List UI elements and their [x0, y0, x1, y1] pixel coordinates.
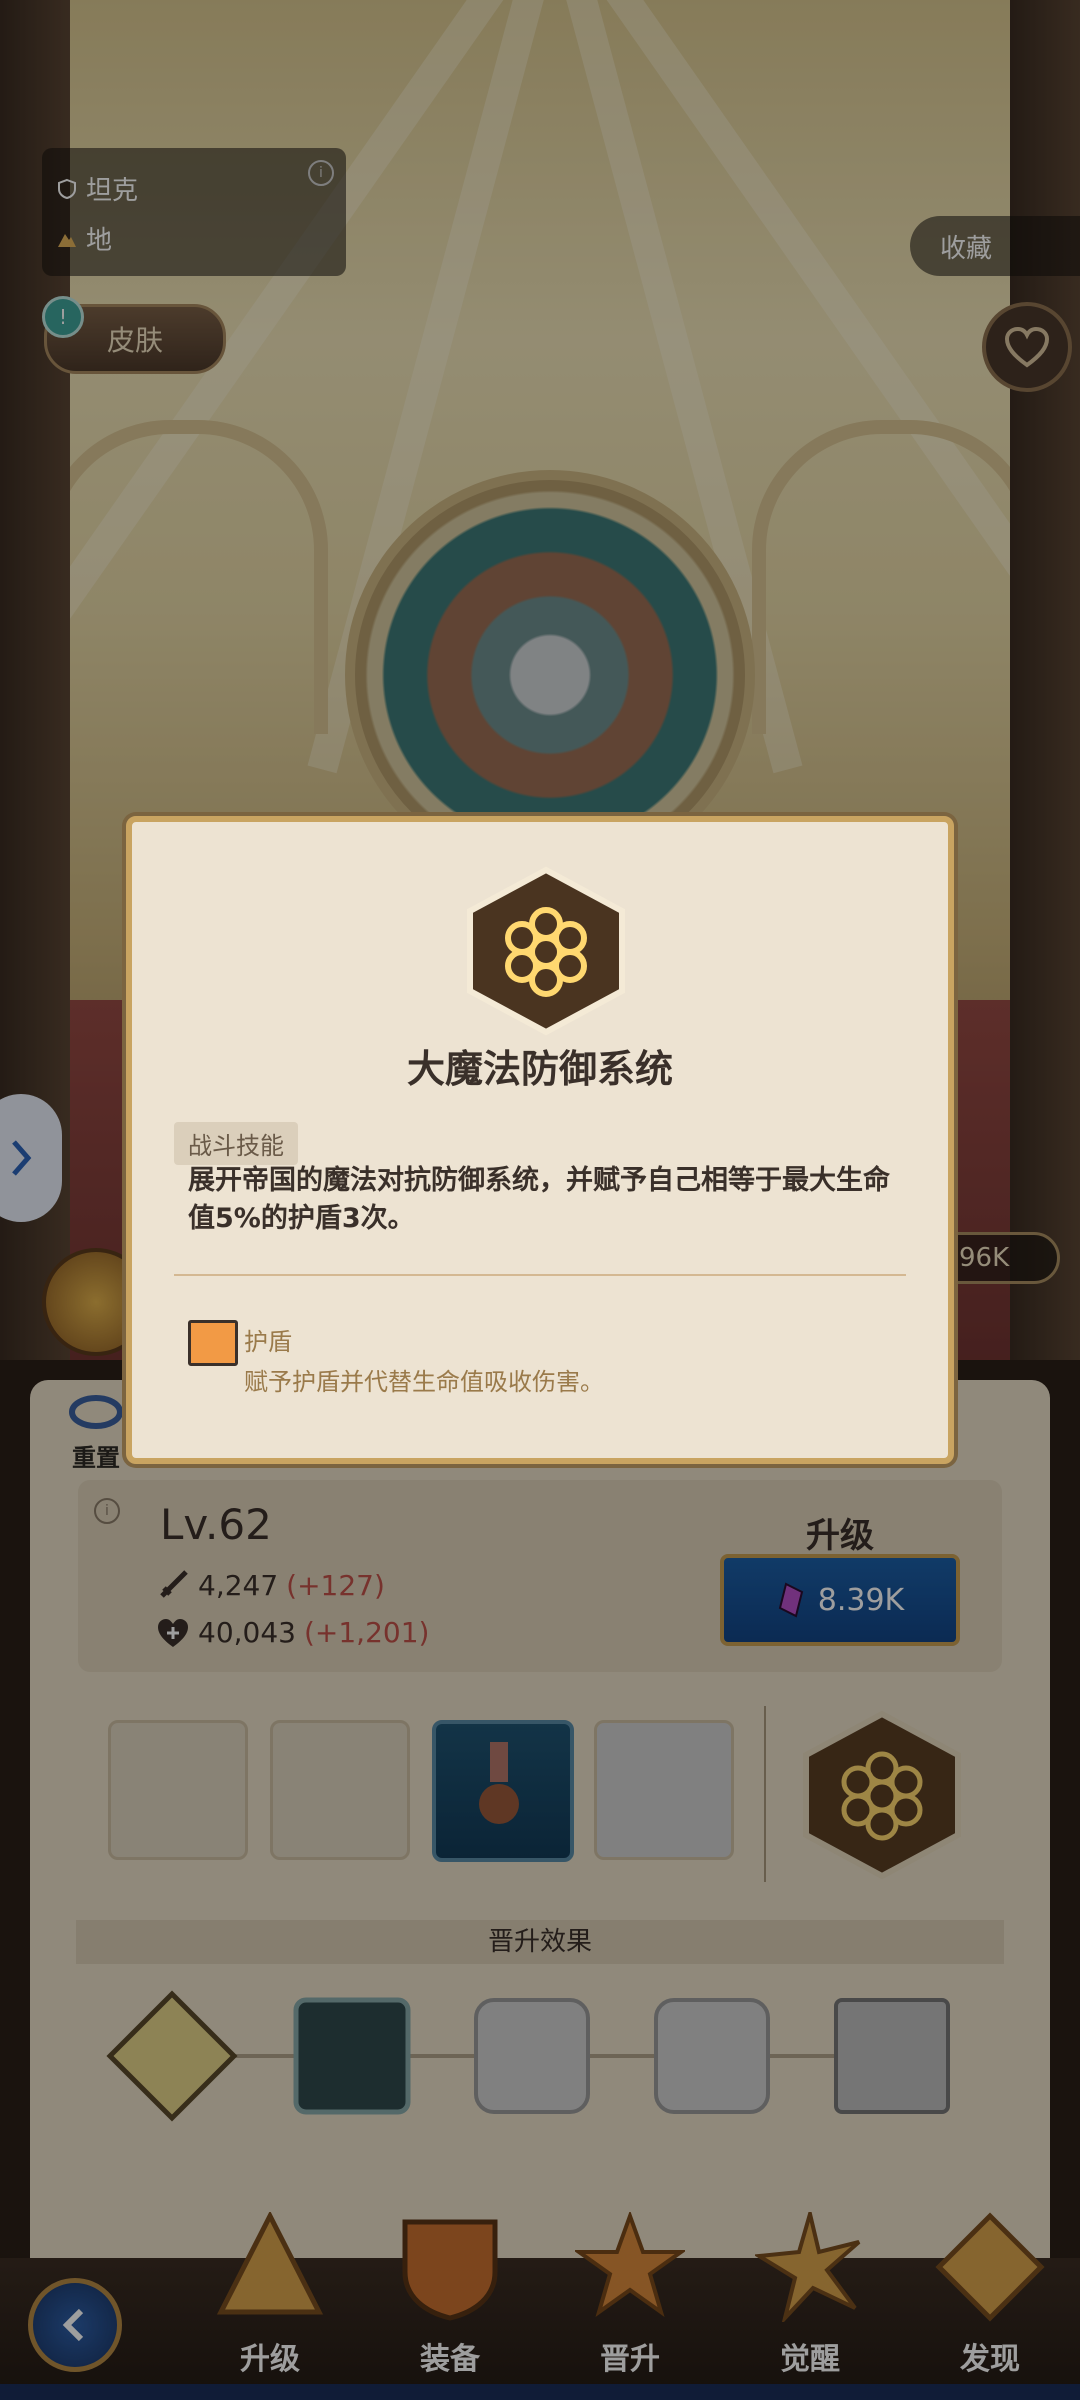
divider — [174, 1274, 906, 1276]
hexagon-skill-icon — [467, 866, 625, 1036]
skill-name: 大魔法防御系统 — [406, 1047, 673, 1091]
skill-type-tag: 战斗技能 — [174, 1122, 298, 1165]
skill-description: 展开帝国的魔法对抗防御系统，并赋予自己相等于最大生命值5%的护盾3次。 — [188, 1165, 890, 1234]
shield-status-icon — [188, 1320, 238, 1366]
skill-detail-popup[interactable]: 大魔法防御系统 战斗技能 展开帝国的魔法对抗防御系统，并赋予自己相等于最大生命值… — [126, 816, 954, 1464]
status-description: 赋予护盾并代替生命值吸收伤害。 — [244, 1368, 604, 1396]
status-name: 护盾 — [244, 1328, 292, 1356]
